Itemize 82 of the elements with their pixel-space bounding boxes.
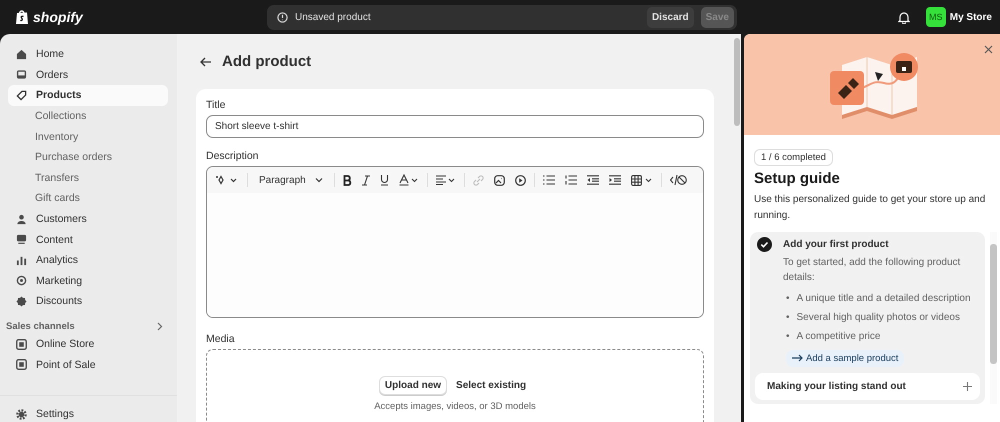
chart-icon (16, 254, 27, 266)
bold-icon[interactable] (342, 174, 352, 186)
guide-intro: Use this personalized guide to get your store up and running. (754, 193, 986, 222)
nav-item[interactable]: Orders (8, 64, 168, 86)
underline-icon[interactable] (380, 174, 389, 186)
bell-icon[interactable] (898, 10, 910, 24)
nav-item[interactable]: Online Store (8, 334, 168, 354)
paragraph-dropdown[interactable]: Paragraph (256, 174, 326, 186)
task-description: To get started, add the following product details: (783, 256, 962, 285)
task-title: Making your listing stand out (767, 381, 906, 392)
shopping-bag-icon (15, 9, 29, 25)
select-existing-button[interactable]: Select existing (451, 377, 532, 394)
nav-subitem[interactable]: Gift cards (8, 188, 168, 209)
numbered-list-icon[interactable] (564, 175, 577, 185)
section-heading: Sales channels (6, 320, 75, 332)
plus-icon[interactable] (963, 382, 972, 391)
bullet-mark: • (786, 311, 790, 325)
nav-item[interactable]: Analytics (8, 250, 168, 271)
panel-scrollbar[interactable] (990, 232, 997, 404)
bullet-mark: • (786, 330, 790, 344)
text-color-icon[interactable] (398, 174, 419, 186)
discount-icon (16, 296, 27, 307)
sparkle-dropdown-icon[interactable] (215, 175, 239, 185)
nav-item[interactable]: Home (8, 44, 168, 65)
store-name[interactable]: My Store (950, 12, 992, 22)
close-icon[interactable] (984, 45, 993, 54)
task-bullet: A unique title and a detailed description (796, 292, 971, 306)
table-icon[interactable] (630, 174, 653, 186)
nav-item[interactable]: Customers (8, 208, 168, 230)
video-icon[interactable] (514, 174, 526, 186)
bullet-mark: • (786, 292, 790, 306)
nav-item[interactable]: Settings (8, 404, 168, 422)
guide-title: Setup guide (754, 170, 841, 187)
upload-button[interactable]: Upload new (378, 376, 448, 395)
nav-subitem[interactable]: Transfers (8, 168, 168, 188)
field-label: Title (206, 99, 226, 111)
home-icon (16, 48, 27, 60)
media-hint: Accepts images, videos, or 3D models (374, 401, 536, 412)
italic-icon[interactable] (362, 174, 370, 186)
title-input[interactable]: Short sleeve t-shirt (206, 115, 704, 138)
gear-icon (16, 408, 27, 420)
task-card[interactable]: Add your first product To get started, add the following product details: • A unique title and a detailed description • Several high quality photos or videos • A competitive price Add a sample product (755, 237, 980, 371)
task-card[interactable]: Making your listing stand out (755, 373, 980, 400)
caret-icon (314, 177, 323, 183)
sample-product-button[interactable]: Add a sample product (786, 350, 904, 366)
indent-icon[interactable] (608, 175, 621, 185)
nav-item[interactable]: Discounts (8, 291, 168, 312)
arrow-right-icon (792, 354, 803, 362)
outdent-icon[interactable] (586, 175, 599, 185)
description-editor[interactable]: Paragraph (206, 166, 704, 318)
nav-item[interactable]: Marketing (8, 270, 168, 292)
logo-wordmark: shopify (33, 9, 83, 25)
content-icon (16, 234, 27, 246)
task-bullet: A competitive price (796, 330, 880, 344)
task-title: Add your first product (783, 239, 889, 250)
target-icon (16, 275, 27, 286)
image-icon[interactable] (494, 174, 505, 186)
bullet-list-icon[interactable] (542, 175, 555, 185)
alert-icon (277, 12, 288, 22)
person-icon (16, 214, 27, 225)
media-dropzone[interactable]: Upload new Select existing Accepts images, videos, or 3D models (206, 349, 704, 422)
nav-subitem[interactable]: Collections (8, 106, 168, 126)
field-label: Media (206, 333, 236, 345)
unsaved-message: Unsaved product (295, 12, 371, 22)
nav-item[interactable]: Products (8, 85, 168, 106)
chevron-right-icon[interactable] (157, 322, 163, 331)
page-title: Add product (222, 53, 312, 70)
back-arrow-icon[interactable] (200, 56, 212, 66)
nav-subitem[interactable]: Inventory (8, 126, 168, 147)
code-icon[interactable] (670, 174, 687, 186)
align-icon[interactable] (436, 175, 456, 185)
field-label: Description (206, 150, 260, 162)
task-bullet: Several high quality photos or videos (796, 311, 960, 325)
tag-icon (16, 90, 27, 101)
scrollbar[interactable] (733, 34, 741, 422)
nav-item[interactable]: Point of Sale (8, 354, 168, 375)
nav-subitem[interactable]: Purchase orders (8, 146, 168, 168)
context-button[interactable]: Discard (646, 6, 694, 28)
store-avatar[interactable]: MS (926, 7, 946, 27)
nav-item[interactable]: Content (8, 229, 168, 250)
orders-icon (16, 69, 27, 80)
progress-badge: 1 / 6 completed (754, 149, 833, 166)
